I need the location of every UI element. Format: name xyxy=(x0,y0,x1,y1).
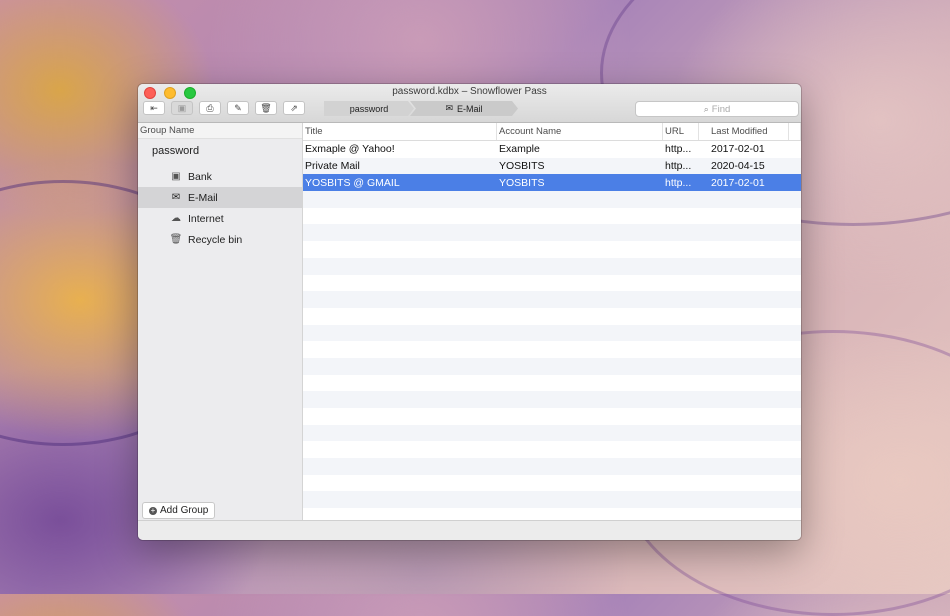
column-header-title[interactable]: Title xyxy=(303,123,497,140)
column-header-last-modified[interactable]: Last Modified xyxy=(699,123,789,140)
empty-row xyxy=(303,475,801,492)
search-field[interactable]: ⌕ Find xyxy=(635,101,799,117)
column-header-account-name[interactable]: Account Name xyxy=(497,123,663,140)
group-item-label: E-Mail xyxy=(188,191,218,204)
banknote-icon: ▣ xyxy=(171,171,181,182)
empty-row xyxy=(303,375,801,392)
path-crumb-current[interactable]: ✉ E-Mail xyxy=(410,101,518,116)
group-item-bank[interactable]: ▣ Bank xyxy=(138,166,302,187)
app-window: password.kdbx – Snowflower Pass ⇤ ▣ ⎙ ✎ … xyxy=(138,84,801,540)
group-name-header[interactable]: Group Name xyxy=(138,123,302,139)
cell-url: http... xyxy=(665,160,692,173)
path-crumb-root-label: password xyxy=(349,103,389,114)
path-bar: password ✉ E-Mail xyxy=(324,101,518,116)
table-header: Title Account Name URL Last Modified xyxy=(303,123,801,141)
group-item-internet[interactable]: ☁ Internet xyxy=(138,208,302,229)
add-group-button[interactable]: + Add Group xyxy=(142,502,216,519)
plus-circle-icon: + xyxy=(149,505,157,515)
trash-icon: 🗑 xyxy=(260,102,272,113)
sign-out-button[interactable]: ⇤ xyxy=(143,101,165,115)
empty-row xyxy=(303,341,801,358)
empty-row xyxy=(303,324,801,342)
group-item-label: Internet xyxy=(188,212,224,225)
status-bar xyxy=(138,520,801,540)
group-item-label: Bank xyxy=(188,170,212,183)
empty-row xyxy=(303,308,801,325)
group-item-label: Recycle bin xyxy=(188,233,243,246)
table-row[interactable]: Private Mail YOSBITS http... 2020-04-15 xyxy=(303,157,801,175)
empty-row xyxy=(303,357,801,375)
edit-icon: ✎ xyxy=(234,102,242,113)
cell-account: YOSBITS xyxy=(499,176,545,189)
window-title: password.kdbx – Snowflower Pass xyxy=(392,86,547,97)
empty-row xyxy=(303,224,801,242)
empty-row xyxy=(303,441,801,458)
open-url-button[interactable]: ⇗ xyxy=(283,101,305,115)
search-placeholder: Find xyxy=(711,103,731,115)
empty-row xyxy=(303,208,801,225)
cell-title: Private Mail xyxy=(305,160,360,173)
cell-title: YOSBITS @ GMAIL xyxy=(305,176,400,189)
print-icon: ⎙ xyxy=(206,102,214,113)
empty-row xyxy=(303,291,801,308)
cell-url: http... xyxy=(665,176,692,189)
cell-modified: 2017-02-01 xyxy=(711,176,765,189)
empty-row xyxy=(303,241,801,258)
group-root-password[interactable]: password xyxy=(138,139,302,160)
sign-out-icon: ⇤ xyxy=(150,102,158,113)
print-button[interactable]: ⎙ xyxy=(199,101,221,115)
path-crumb-current-label: E-Mail xyxy=(457,103,483,114)
add-group-label: Add Group xyxy=(160,505,209,516)
group-sidebar: Group Name password ▣ Bank ✉ E-Mail ☁ In… xyxy=(138,123,303,521)
empty-row xyxy=(303,391,801,408)
new-entry-icon: ▣ xyxy=(177,102,187,113)
trash-icon: 🗑 xyxy=(169,234,183,245)
group-item-recycle-bin[interactable]: 🗑 Recycle bin xyxy=(138,229,302,250)
empty-row xyxy=(303,257,801,275)
empty-row xyxy=(303,275,801,292)
cell-account: Example xyxy=(499,143,540,156)
entries-table: Title Account Name URL Last Modified Exm… xyxy=(303,123,801,521)
empty-row xyxy=(303,408,801,425)
cloud-icon: ☁ xyxy=(171,213,181,224)
table-row-selected[interactable]: YOSBITS @ GMAIL YOSBITS http... 2017-02-… xyxy=(303,174,801,192)
table-row[interactable]: Exmaple @ Yahoo! Example http... 2017-02… xyxy=(303,141,801,158)
column-header-filler xyxy=(789,123,801,140)
empty-row xyxy=(303,491,801,509)
group-item-email[interactable]: ✉ E-Mail xyxy=(138,187,302,208)
column-header-url[interactable]: URL xyxy=(663,123,699,140)
cell-url: http... xyxy=(665,143,692,156)
edit-button[interactable]: ✎ xyxy=(227,101,249,115)
title-bar: password.kdbx – Snowflower Pass ⇤ ▣ ⎙ ✎ … xyxy=(138,84,801,123)
envelope-icon: ✉ xyxy=(171,192,181,203)
cell-title: Exmaple @ Yahoo! xyxy=(305,143,395,156)
empty-row xyxy=(303,191,801,208)
delete-button[interactable]: 🗑 xyxy=(255,101,277,115)
toolbar: ⇤ ▣ ⎙ ✎ 🗑 ⇗ xyxy=(143,101,305,115)
open-url-icon: ⇗ xyxy=(290,102,298,113)
envelope-icon: ✉ xyxy=(445,103,454,113)
table-body: Exmaple @ Yahoo! Example http... 2017-02… xyxy=(303,141,801,521)
cell-modified: 2017-02-01 xyxy=(711,143,765,156)
cell-modified: 2020-04-15 xyxy=(711,160,765,173)
empty-row xyxy=(303,424,801,442)
search-icon: ⌕ xyxy=(703,103,709,114)
cell-account: YOSBITS xyxy=(499,160,545,173)
empty-row xyxy=(303,458,801,475)
path-crumb-root[interactable]: password xyxy=(324,101,414,116)
new-entry-button[interactable]: ▣ xyxy=(171,101,193,115)
